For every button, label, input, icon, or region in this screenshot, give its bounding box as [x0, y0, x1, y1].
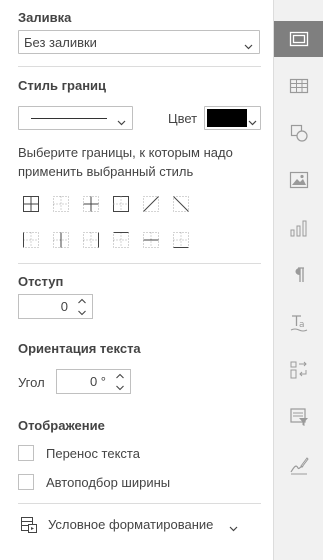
wrap-text-checkbox[interactable] — [18, 445, 34, 461]
bottom-border-icon[interactable] — [170, 229, 192, 251]
angle-value: 0 ° — [89, 374, 106, 389]
line-style-preview — [31, 118, 107, 119]
angle-spinner[interactable]: 0 ° — [56, 369, 131, 394]
border-color-label: Цвет — [168, 111, 198, 126]
separator — [18, 503, 261, 504]
cell-settings-panel: Заливка Без заливки Стиль границ Цвет Вы… — [0, 0, 273, 560]
fill-value: Без заливки — [24, 35, 97, 50]
angle-label: Угол — [18, 375, 45, 390]
diagonal-down-icon[interactable] — [170, 193, 192, 215]
autofit-checkbox[interactable] — [18, 474, 34, 490]
spinner-arrows-icon[interactable] — [76, 297, 88, 320]
wrap-text-label[interactable]: Перенос текста — [46, 446, 140, 461]
spinner-arrows-icon[interactable] — [114, 372, 126, 395]
chevron-down-icon — [229, 520, 238, 535]
left-border-icon[interactable] — [20, 229, 42, 251]
conditional-formatting-icon — [20, 516, 38, 537]
chevron-down-icon — [117, 114, 126, 129]
table-icon[interactable] — [274, 68, 323, 104]
signature-icon[interactable] — [274, 447, 323, 483]
display-title: Отображение — [18, 418, 105, 433]
border-line-style-dropdown[interactable] — [18, 106, 133, 130]
color-swatch — [207, 109, 247, 127]
chevron-down-icon — [244, 38, 253, 53]
slicer-icon[interactable] — [274, 399, 323, 435]
separator — [18, 263, 261, 264]
image-icon[interactable] — [274, 162, 323, 198]
borders-hint: Выберите границы, к которым надо примени… — [18, 145, 233, 179]
conditional-formatting-label: Условное форматирование — [48, 517, 214, 532]
svg-text:a: a — [299, 320, 305, 330]
separator — [18, 66, 261, 67]
diagonal-up-icon[interactable] — [140, 193, 162, 215]
cell-settings-icon[interactable] — [274, 21, 323, 57]
right-sidebar: a — [273, 0, 323, 560]
paragraph-icon[interactable] — [274, 257, 323, 293]
top-border-icon[interactable] — [110, 229, 132, 251]
text-art-icon[interactable]: a — [274, 305, 323, 341]
all-borders-icon[interactable] — [20, 193, 42, 215]
pivot-icon[interactable] — [274, 352, 323, 388]
outer-borders-icon[interactable] — [110, 193, 132, 215]
shape-icon[interactable] — [274, 115, 323, 151]
autofit-label[interactable]: Автоподбор ширины — [46, 475, 170, 490]
inner-borders-icon[interactable] — [80, 193, 102, 215]
inner-horizontal-icon[interactable] — [140, 229, 162, 251]
indent-spinner[interactable]: 0 — [18, 294, 93, 319]
no-borders-icon[interactable] — [50, 193, 72, 215]
fill-title: Заливка — [18, 10, 72, 25]
chevron-down-icon — [248, 114, 257, 129]
orientation-title: Ориентация текста — [18, 341, 141, 356]
conditional-formatting-button[interactable]: Условное форматирование — [18, 514, 248, 536]
right-border-icon[interactable] — [80, 229, 102, 251]
indent-value: 0 — [60, 299, 68, 314]
inner-vertical-icon[interactable] — [50, 229, 72, 251]
chart-icon[interactable] — [274, 210, 323, 246]
border-style-title: Стиль границ — [18, 78, 107, 93]
indent-title: Отступ — [18, 274, 64, 289]
fill-dropdown[interactable]: Без заливки — [18, 30, 260, 54]
border-color-picker[interactable] — [204, 106, 261, 130]
